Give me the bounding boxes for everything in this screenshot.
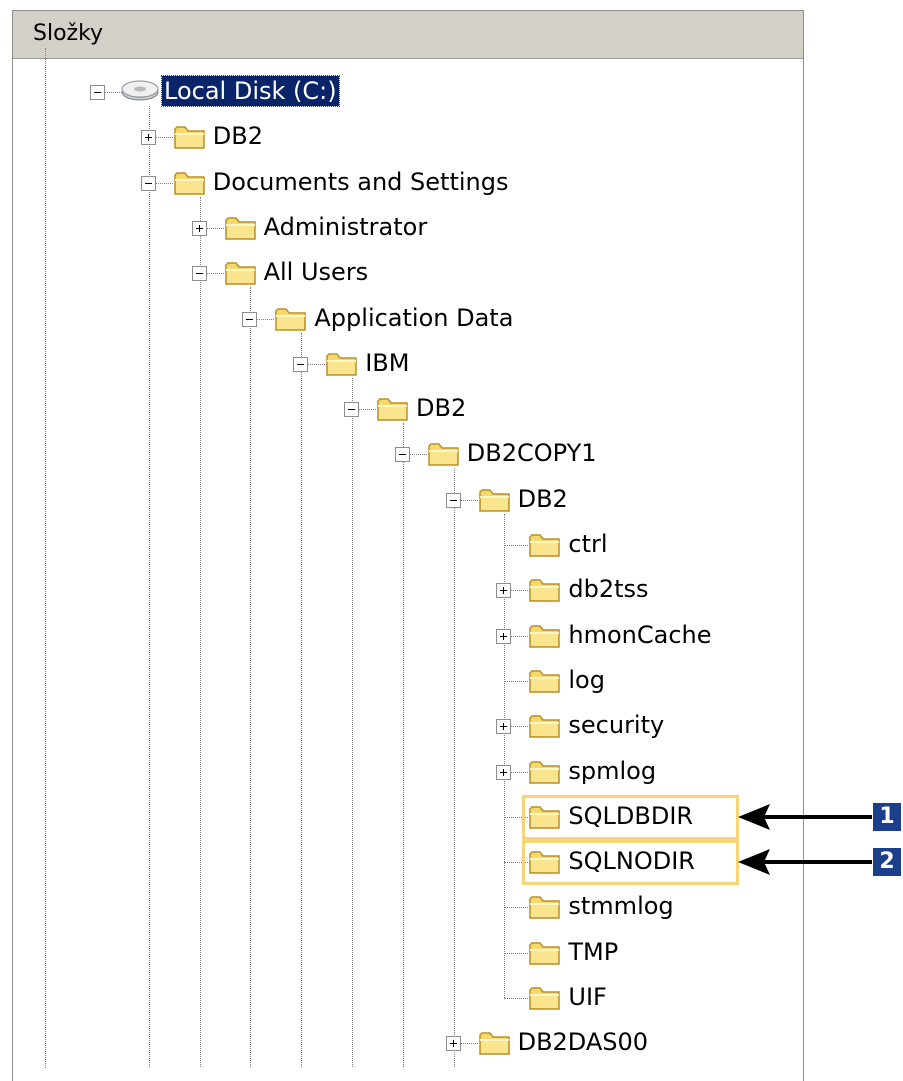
tree-guide-line [301,332,303,1067]
folder-icon [326,353,357,376]
expand-icon[interactable] [496,764,512,780]
folder-icon [529,670,561,693]
folder-icon [275,307,307,331]
tree-item-ibm-db2[interactable]: DB2 [414,393,468,423]
tree-item-db2das00[interactable]: DB2DAS00 [516,1027,650,1057]
tree-item-admin[interactable]: Administrator [262,212,430,242]
callout-badge: 2 [873,848,901,877]
tree-connector [504,680,529,682]
toggle-bar [503,587,505,595]
collapse-icon[interactable] [445,492,461,508]
tree-item-tmp[interactable]: TMP [566,937,620,967]
tree-item-ibm[interactable]: IBM [363,348,411,378]
tree-connector [504,907,529,909]
folder-icon [529,534,561,557]
folder-icon [529,987,561,1010]
collapse-icon[interactable] [293,356,309,372]
folder-icon [478,488,510,512]
toggle-bar [449,499,457,501]
tree-guide-line [45,48,46,1068]
tree-item-hmoncache[interactable]: hmonCache [566,620,713,650]
toggle-bar [144,182,152,184]
tree-item-root[interactable]: Local Disk (C:) [161,75,340,107]
callout-badge: 1 [873,802,901,831]
toggle-bar [246,318,254,320]
tree-item-ctrl[interactable]: ctrl [566,529,609,559]
toggle-bar [198,224,200,232]
expand-icon[interactable] [496,628,512,644]
tree-guide-line [402,423,404,1067]
expand-icon[interactable] [445,1036,461,1052]
toggle-bar [94,92,101,93]
folder-icon [529,715,561,738]
tree-item-db2copy1[interactable]: DB2COPY1 [465,438,599,468]
toggle-bar [348,409,355,411]
folder-icon [529,624,561,648]
folder-icon [529,579,561,603]
collapse-icon[interactable] [191,266,207,282]
toggle-bar [503,768,505,776]
toggle-bar [503,632,505,640]
collapse-icon[interactable] [394,447,410,463]
folder-icon [478,1032,510,1056]
tree-item-security[interactable]: security [566,710,666,740]
collapse-icon[interactable] [140,175,156,191]
toggle-bar [452,1040,454,1048]
folder-icon [224,262,256,285]
drive-icon [121,80,159,101]
collapse-icon[interactable] [344,402,359,418]
arrow-left-icon [738,803,872,830]
collapse-icon[interactable] [242,311,258,327]
tree-item-stmmlog[interactable]: stmmlog [566,891,675,921]
folder-icon [428,443,459,467]
tree-item-uif[interactable]: UIF [566,982,608,1012]
toggle-bar [147,134,149,142]
tree-item-copy-db2[interactable]: DB2 [516,484,570,514]
tree-guide-line [250,287,252,1067]
folder-icon [174,126,205,150]
tree-item-spmlog[interactable]: spmlog [566,756,658,786]
arrow-left-icon [738,849,872,876]
folder-icon [529,760,561,784]
tree-guide-line [199,196,201,1067]
tree-connector [504,952,529,954]
tree-connector [504,545,529,546]
folder-icon [174,171,205,195]
folder-icon [377,398,408,421]
expand-icon[interactable] [191,220,207,236]
tree-guide-line [352,377,353,1067]
expand-icon[interactable] [496,719,512,735]
folder-icon [529,896,561,920]
highlight-box [522,794,740,840]
tree-guide-line [453,468,455,1067]
toggle-bar [503,723,505,731]
expand-icon[interactable] [496,583,512,599]
toggle-bar [195,273,203,275]
tree-item-docs[interactable]: Documents and Settings [211,167,511,197]
tree-item-db2tss[interactable]: db2tss [566,574,650,604]
tree-connector [504,998,529,999]
tree-item-db2[interactable]: DB2 [211,121,265,151]
folder-icon [224,217,256,240]
collapse-icon[interactable] [90,85,105,100]
tree-item-allusers[interactable]: All Users [262,257,371,287]
tree-item-appdata[interactable]: Application Data [312,303,515,333]
folder-icon [529,941,561,965]
expand-icon[interactable] [140,130,156,146]
tree-item-log[interactable]: log [566,665,607,695]
highlight-box [522,840,740,886]
toggle-bar [297,363,305,365]
toggle-bar [398,454,406,456]
tree-guide-line [148,106,150,1067]
folder-tree: Local Disk (C:) DB2 Documents and Settings… [0,0,903,1068]
